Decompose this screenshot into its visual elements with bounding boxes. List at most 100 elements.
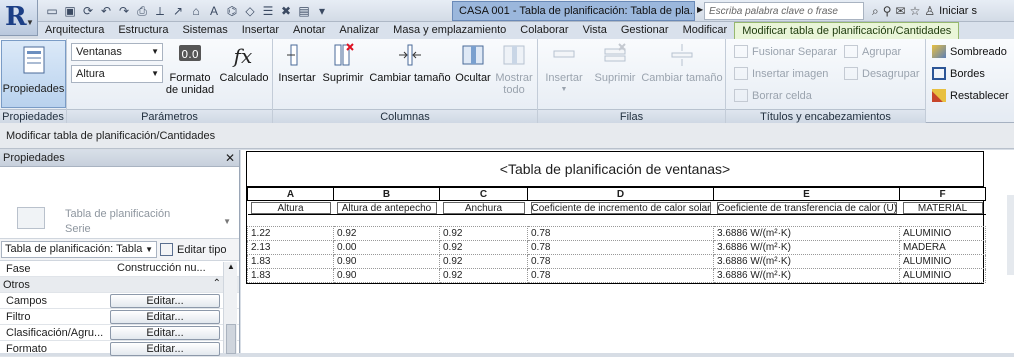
- scroll-up-icon[interactable]: ▲: [227, 262, 235, 271]
- tab-sistemas[interactable]: Sistemas: [175, 22, 234, 39]
- tab-gestionar[interactable]: Gestionar: [614, 22, 676, 39]
- table-cell[interactable]: 0.92: [439, 226, 528, 241]
- header-cell[interactable]: MATERIAL: [899, 200, 986, 215]
- type-filter-select[interactable]: Tabla de planificación: Tabla ▼: [1, 241, 157, 258]
- table-cell[interactable]: 0.00: [333, 240, 440, 255]
- properties-scrollbar[interactable]: ▲: [223, 262, 237, 354]
- table-cell[interactable]: 0.92: [439, 240, 528, 255]
- bordes-button[interactable]: Bordes: [932, 67, 985, 80]
- ocultar-button[interactable]: Ocultar: [453, 41, 493, 84]
- application-menu-button[interactable]: R ▼: [0, 0, 38, 36]
- table-cell[interactable]: 3.6886 W/(m²·K): [713, 226, 900, 241]
- type-selector-preview[interactable]: Tabla de planificación Serie ▼: [0, 167, 239, 239]
- suprimir-fila-button[interactable]: Suprimir: [592, 41, 638, 84]
- list-icon[interactable]: ☰: [260, 3, 276, 19]
- table-cell[interactable]: ALUMINIO: [899, 254, 986, 269]
- communication-icon[interactable]: ✉: [896, 4, 906, 18]
- table-cell[interactable]: 2.13: [247, 240, 334, 255]
- fusionar-separar-button[interactable]: Fusionar Separar: [734, 45, 837, 58]
- tab-arquitectura[interactable]: Arquitectura: [38, 22, 111, 39]
- header-cell[interactable]: Altura de antepecho: [333, 200, 440, 215]
- tab-estructura[interactable]: Estructura: [111, 22, 175, 39]
- subscription-icon[interactable]: ⚲: [883, 4, 892, 18]
- restablecer-button[interactable]: Restablecer: [932, 89, 1009, 102]
- calculado-button[interactable]: fx Calculado: [217, 41, 271, 84]
- table-cell[interactable]: 0.78: [527, 240, 714, 255]
- insertar-imagen-button[interactable]: Insertar imagen: [734, 67, 828, 80]
- tab-masa[interactable]: Masa y emplazamiento: [386, 22, 513, 39]
- table-cell[interactable]: 3.6886 W/(m²·K): [713, 240, 900, 255]
- table-cell[interactable]: 0.78: [527, 226, 714, 241]
- tab-modificar-tabla[interactable]: Modificar tabla de planificación/Cantida…: [734, 22, 960, 39]
- editar-clasificacion-button[interactable]: Editar...: [110, 326, 220, 340]
- scrollbar-thumb[interactable]: [226, 324, 236, 354]
- close-hidden-icon[interactable]: ✖: [278, 3, 294, 19]
- desagrupar-button[interactable]: Desagrupar: [844, 67, 919, 80]
- table-cell[interactable]: 0.78: [527, 254, 714, 269]
- category-select[interactable]: Ventanas ▼: [71, 43, 163, 61]
- search-input[interactable]: Escriba palabra clave o frase: [704, 2, 864, 20]
- tab-anotar[interactable]: Anotar: [286, 22, 332, 39]
- tab-modificar[interactable]: Modificar: [676, 22, 735, 39]
- print-icon[interactable]: ⎙: [134, 3, 150, 19]
- table-cell[interactable]: ALUMINIO: [899, 226, 986, 241]
- column-letter[interactable]: D: [527, 187, 714, 201]
- sync-icon[interactable]: ⟳: [80, 3, 96, 19]
- dimension-icon[interactable]: ↗: [170, 3, 186, 19]
- sign-in-link[interactable]: Iniciar s: [939, 5, 977, 17]
- propiedades-button[interactable]: Propiedades: [1, 40, 66, 108]
- tag-icon[interactable]: ⌂: [188, 3, 204, 19]
- column-letter[interactable]: C: [439, 187, 528, 201]
- cambiar-tamano-fila-button[interactable]: Cambiar tamaño: [640, 41, 724, 84]
- table-cell[interactable]: 0.90: [333, 254, 440, 269]
- table-cell[interactable]: 1.22: [247, 226, 334, 241]
- table-cell[interactable]: 1.83: [247, 268, 334, 283]
- measure-icon[interactable]: ⟂: [152, 3, 168, 19]
- column-letter[interactable]: F: [899, 187, 986, 201]
- header-cell[interactable]: Coeficiente de transferencia de calor (U…: [713, 200, 900, 215]
- header-cell[interactable]: Coeficiente de incremento de calor solar: [527, 200, 714, 215]
- table-cell[interactable]: 0.92: [439, 254, 528, 269]
- insertar-columna-button[interactable]: Insertar: [277, 41, 317, 84]
- editar-filtro-button[interactable]: Editar...: [110, 310, 220, 324]
- mostrar-todo-button[interactable]: Mostrar todo: [493, 41, 535, 96]
- column-letter[interactable]: B: [333, 187, 440, 201]
- agrupar-button[interactable]: Agrupar: [844, 45, 901, 58]
- tab-vista[interactable]: Vista: [576, 22, 614, 39]
- editar-campos-button[interactable]: Editar...: [110, 294, 220, 308]
- header-cell[interactable]: Altura: [247, 200, 334, 215]
- favorites-icon[interactable]: ☆: [910, 4, 921, 18]
- cambiar-tamano-columna-button[interactable]: Cambiar tamaño: [369, 41, 451, 84]
- table-cell[interactable]: 0.92: [333, 226, 440, 241]
- insertar-fila-button[interactable]: Insertar ▼: [544, 41, 584, 96]
- redo-icon[interactable]: ↷: [116, 3, 132, 19]
- schedule-title[interactable]: <Tabla de planificación de ventanas>: [247, 152, 983, 187]
- table-cell[interactable]: 0.78: [527, 268, 714, 283]
- tab-insertar[interactable]: Insertar: [235, 22, 286, 39]
- switch-windows-icon[interactable]: ▤: [296, 3, 312, 19]
- table-cell[interactable]: ALUMINIO: [899, 268, 986, 283]
- user-icon[interactable]: ♙: [924, 4, 935, 18]
- table-cell[interactable]: MADERA: [899, 240, 986, 255]
- column-letter[interactable]: E: [713, 187, 900, 201]
- text-icon[interactable]: A: [206, 3, 222, 19]
- property-value-fase[interactable]: Construcción nu...: [114, 262, 223, 276]
- section-icon[interactable]: ◇: [242, 3, 258, 19]
- table-cell[interactable]: 3.6886 W/(m²·K): [713, 254, 900, 269]
- editar-formato-button[interactable]: Editar...: [110, 342, 220, 356]
- table-cell[interactable]: 0.92: [439, 268, 528, 283]
- open-icon[interactable]: ▭: [44, 3, 60, 19]
- table-cell[interactable]: 3.6886 W/(m²·K): [713, 268, 900, 283]
- close-icon[interactable]: ✕: [225, 151, 235, 165]
- column-letter[interactable]: A: [247, 187, 334, 201]
- customize-qat-icon[interactable]: ▾: [314, 3, 330, 19]
- edit-type-button[interactable]: Editar tipo: [160, 243, 227, 256]
- save-icon[interactable]: ▣: [62, 3, 78, 19]
- table-cell[interactable]: 1.83: [247, 254, 334, 269]
- formato-unidad-button[interactable]: 0.0 Formato de unidad: [165, 41, 215, 96]
- field-select[interactable]: Altura ▼: [71, 65, 163, 83]
- binoculars-icon[interactable]: ⌕: [872, 4, 879, 19]
- undo-icon[interactable]: ↶: [98, 3, 114, 19]
- property-group-otros[interactable]: Otros ⌃: [0, 277, 239, 293]
- header-cell[interactable]: Anchura: [439, 200, 528, 215]
